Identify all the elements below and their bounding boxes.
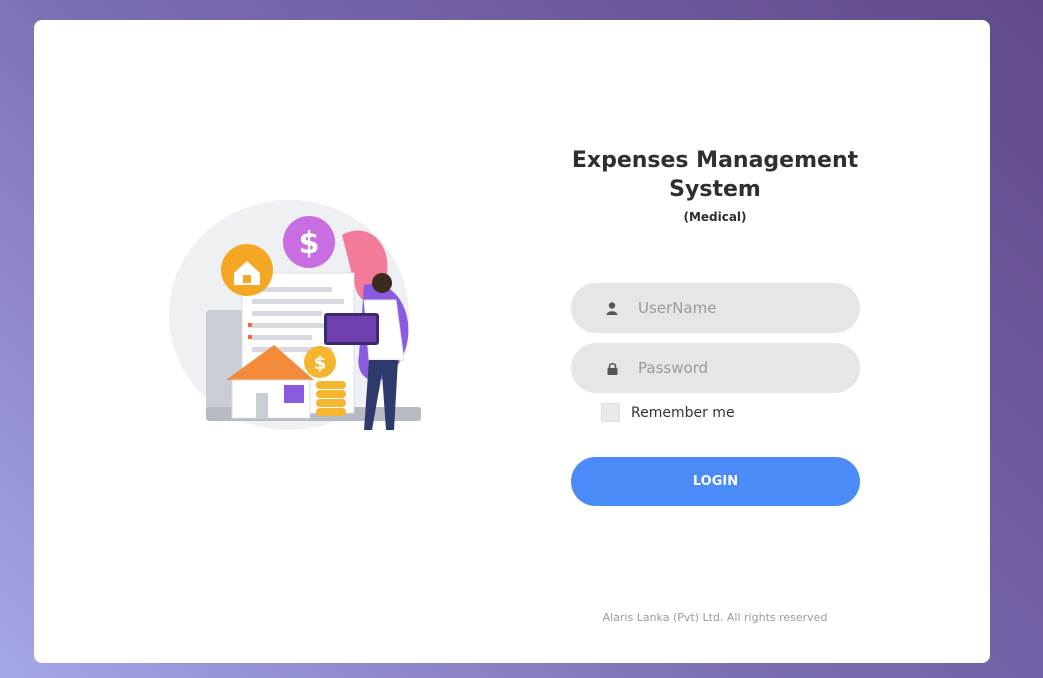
username-field[interactable] <box>571 283 860 333</box>
user-icon <box>605 301 619 315</box>
login-card: $ $ Expenses Management System (Medical) <box>34 20 990 663</box>
svg-text:$: $ <box>314 353 327 374</box>
remember-me-checkbox[interactable] <box>601 403 620 422</box>
username-input[interactable] <box>636 298 840 318</box>
remember-me-label: Remember me <box>631 404 735 421</box>
lock-icon <box>605 361 619 375</box>
login-button[interactable]: LOGIN <box>571 457 860 506</box>
copyright-text: Alaris Lanka (Pvt) Ltd. All rights reser… <box>602 611 828 624</box>
page-title-line1: Expenses Management <box>571 148 859 173</box>
page-subtitle: (Medical) <box>683 210 747 224</box>
password-field[interactable] <box>571 343 860 393</box>
remember-me: Remember me <box>601 403 735 422</box>
page-title: Expenses Management System <box>564 146 866 204</box>
page-title-line2: System <box>669 177 761 202</box>
svg-text:$: $ <box>299 226 320 261</box>
finance-illustration: $ $ <box>169 200 421 430</box>
password-input[interactable] <box>636 358 840 378</box>
